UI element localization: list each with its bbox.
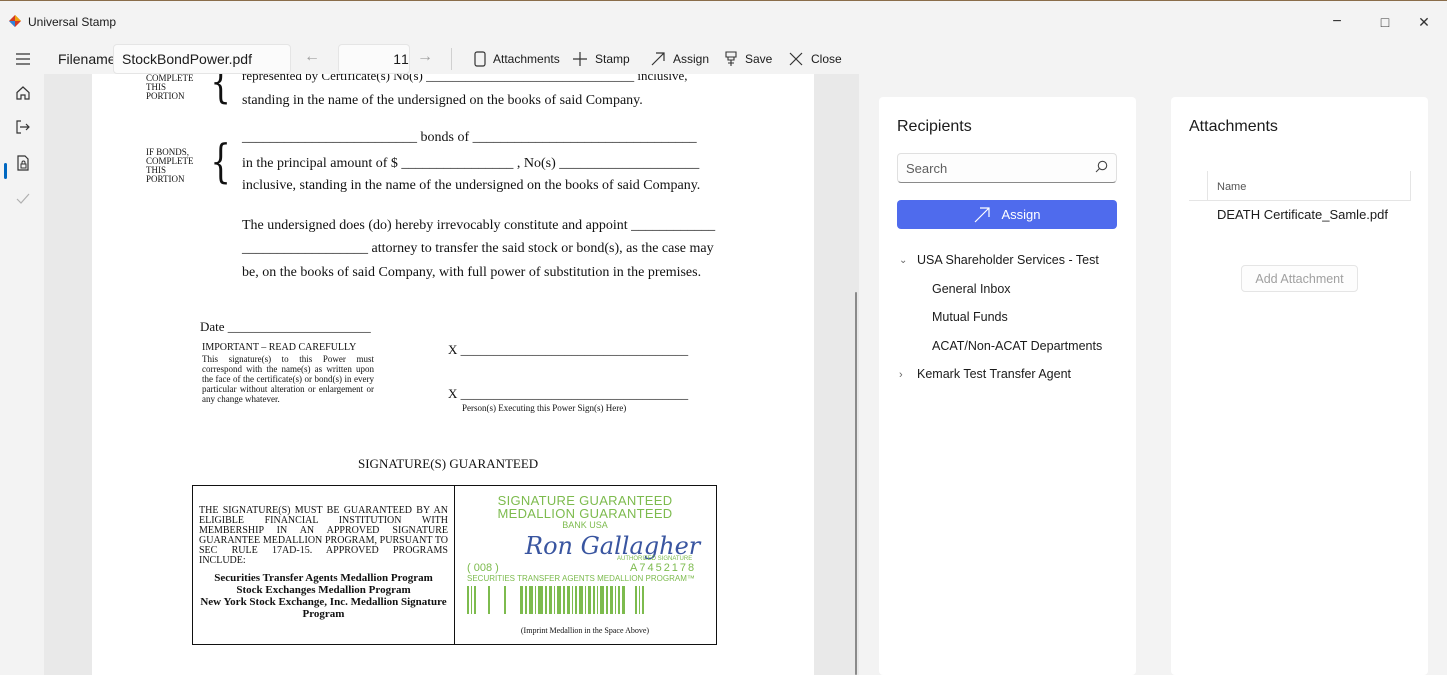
stamp-line-2: MEDALLION GUARANTEED xyxy=(497,506,673,521)
stamp-program: SECURITIES TRANSFER AGENTS MEDALLION PRO… xyxy=(467,574,695,583)
title-bar: Universal Stamp − □ ✕ xyxy=(0,0,1447,36)
page-number-field[interactable]: 1 xyxy=(338,44,410,74)
search-placeholder: Search xyxy=(906,161,948,176)
important-body: This signature(s) to this Power must cor… xyxy=(202,354,374,404)
medallion-box: THE SIGNATURE(S) MUST BE GUARANTEED BY A… xyxy=(192,485,717,645)
attachments-button[interactable]: Attachments xyxy=(474,47,560,71)
stamp-button[interactable]: Stamp xyxy=(572,47,630,71)
tree-item-general-inbox[interactable]: General Inbox xyxy=(932,282,1011,296)
tree-item-mutual-funds[interactable]: Mutual Funds xyxy=(932,310,1008,324)
document-page: represented by Certificate(s) No(s) ____… xyxy=(92,74,814,675)
recipients-title: Recipients xyxy=(897,118,972,135)
brace-1: { xyxy=(210,74,231,108)
assign-button[interactable]: Assign xyxy=(897,200,1117,229)
search-icon[interactable] xyxy=(1095,160,1108,173)
portion-label: PORTION xyxy=(146,91,185,101)
app-logo-icon xyxy=(9,15,21,27)
assign-toolbar-button[interactable]: Assign xyxy=(650,47,709,71)
column-divider xyxy=(1410,171,1411,201)
doc-date-line: Date ______________________ xyxy=(200,319,371,334)
tree-item-kemark[interactable]: Kemark Test Transfer Agent xyxy=(917,367,1071,381)
filename-field[interactable]: StockBondPower.pdf xyxy=(113,44,291,74)
page-total: 1 xyxy=(401,51,409,67)
close-document-button[interactable]: Close xyxy=(788,47,842,71)
document-lock-icon[interactable] xyxy=(12,152,34,174)
add-attachment-button[interactable]: Add Attachment xyxy=(1241,265,1358,292)
bonds-portion-label: PORTION xyxy=(146,174,185,184)
toolbar-divider xyxy=(451,48,452,70)
document-scrollbar[interactable] xyxy=(855,292,857,675)
program-2: Stock Exchanges Medallion Program xyxy=(236,584,411,596)
name-column-header[interactable]: Name xyxy=(1217,181,1246,193)
column-divider xyxy=(1207,171,1208,201)
recipients-panel: Recipients Search Assign ⌄ USA Sharehold… xyxy=(879,97,1136,675)
guarantee-text-cell: THE SIGNATURE(S) MUST BE GUARANTEED BY A… xyxy=(193,486,455,644)
chevron-down-icon[interactable]: ⌄ xyxy=(899,255,907,266)
arrow-up-right-icon xyxy=(975,206,991,222)
previous-page-icon[interactable]: ← xyxy=(304,48,320,66)
tree-item-acat[interactable]: ACAT/Non-ACAT Departments xyxy=(932,339,1102,353)
program-3: New York Stock Exchange, Inc. Medallion … xyxy=(200,596,447,620)
stamp-number: A7452178 xyxy=(630,562,697,574)
attachments-panel: Attachments Name DEATH Certificate_Samle… xyxy=(1171,97,1428,675)
doc-line-inclusive: inclusive, standing in the name of the u… xyxy=(242,178,701,193)
attachments-button-label: Attachments xyxy=(493,52,560,66)
doc-line-bonds-of: _________________________ bonds of _____… xyxy=(242,130,697,145)
important-title: IMPORTANT – READ CAREFULLY xyxy=(202,342,357,353)
window-top-border xyxy=(0,0,1447,1)
signatures-guaranteed-heading: SIGNATURE(S) GUARANTEED xyxy=(358,456,539,471)
attachment-page-icon xyxy=(474,51,486,67)
doc-line-standing: standing in the name of the undersigned … xyxy=(242,93,643,108)
assign-toolbar-label: Assign xyxy=(673,52,710,66)
assign-button-label: Assign xyxy=(1001,207,1041,222)
checkmark-icon[interactable] xyxy=(12,188,34,210)
plus-icon xyxy=(573,52,587,66)
stamp-bank: BANK USA xyxy=(562,520,608,530)
minimize-button[interactable]: − xyxy=(1314,8,1360,36)
arrow-up-right-icon xyxy=(651,52,665,66)
guarantee-text: THE SIGNATURE(S) MUST BE GUARANTEED BY A… xyxy=(199,505,448,566)
sign-in-icon[interactable] xyxy=(12,116,34,138)
nav-sidebar xyxy=(0,44,44,675)
signature-line-2: X ___________________________________ xyxy=(448,386,689,401)
doc-line-constitute: The undersigned does (do) hereby irrevoc… xyxy=(242,218,716,233)
selected-indicator xyxy=(4,163,7,179)
close-icon xyxy=(789,52,803,66)
save-icon xyxy=(725,51,737,66)
next-page-icon[interactable]: → xyxy=(417,48,433,66)
brace-2: { xyxy=(210,134,231,188)
attachments-table-header: Name xyxy=(1189,171,1411,201)
save-button[interactable]: Save xyxy=(724,47,772,71)
doc-line-books: be, on the books of said Company, with f… xyxy=(242,265,702,280)
save-button-label: Save xyxy=(745,52,773,66)
imprint-note: (Imprint Medallion in the Space Above) xyxy=(520,626,650,635)
command-toolbar: Filename: StockBondPower.pdf ← 1 1 → Att… xyxy=(44,44,1447,74)
stamp-barcode xyxy=(467,586,699,614)
stamp-button-label: Stamp xyxy=(595,52,630,66)
doc-line-attorney: __________________ attorney to transfer … xyxy=(242,241,714,256)
search-input[interactable]: Search xyxy=(897,153,1117,183)
close-window-button[interactable]: ✕ xyxy=(1401,8,1447,36)
medallion-stamp: SIGNATURE GUARANTEED MEDALLION GUARANTEE… xyxy=(465,494,705,614)
signature-line-1: X ___________________________________ xyxy=(448,342,689,357)
doc-cut-line: represented by Certificate(s) No(s) ____… xyxy=(242,74,688,83)
stamp-code: ( 008 ) xyxy=(467,562,499,574)
hamburger-menu-icon[interactable] xyxy=(12,48,34,70)
person-executing-caption: Person(s) Executing this Power Sign(s) H… xyxy=(462,403,627,413)
tree-item-usa-shareholder[interactable]: USA Shareholder Services - Test xyxy=(917,253,1099,267)
filename-label: Filename: xyxy=(58,51,120,67)
home-icon[interactable] xyxy=(12,82,34,104)
app-title: Universal Stamp xyxy=(28,15,117,29)
close-button-label: Close xyxy=(811,52,842,66)
attachments-title: Attachments xyxy=(1189,118,1278,135)
document-viewer[interactable]: represented by Certificate(s) No(s) ____… xyxy=(44,74,859,675)
doc-line-principal: in the principal amount of $ ___________… xyxy=(242,156,700,171)
attachment-row[interactable]: DEATH Certificate_Samle.pdf xyxy=(1217,207,1388,222)
chevron-right-icon[interactable]: › xyxy=(899,369,903,381)
program-1: Securities Transfer Agents Medallion Pro… xyxy=(214,572,433,584)
